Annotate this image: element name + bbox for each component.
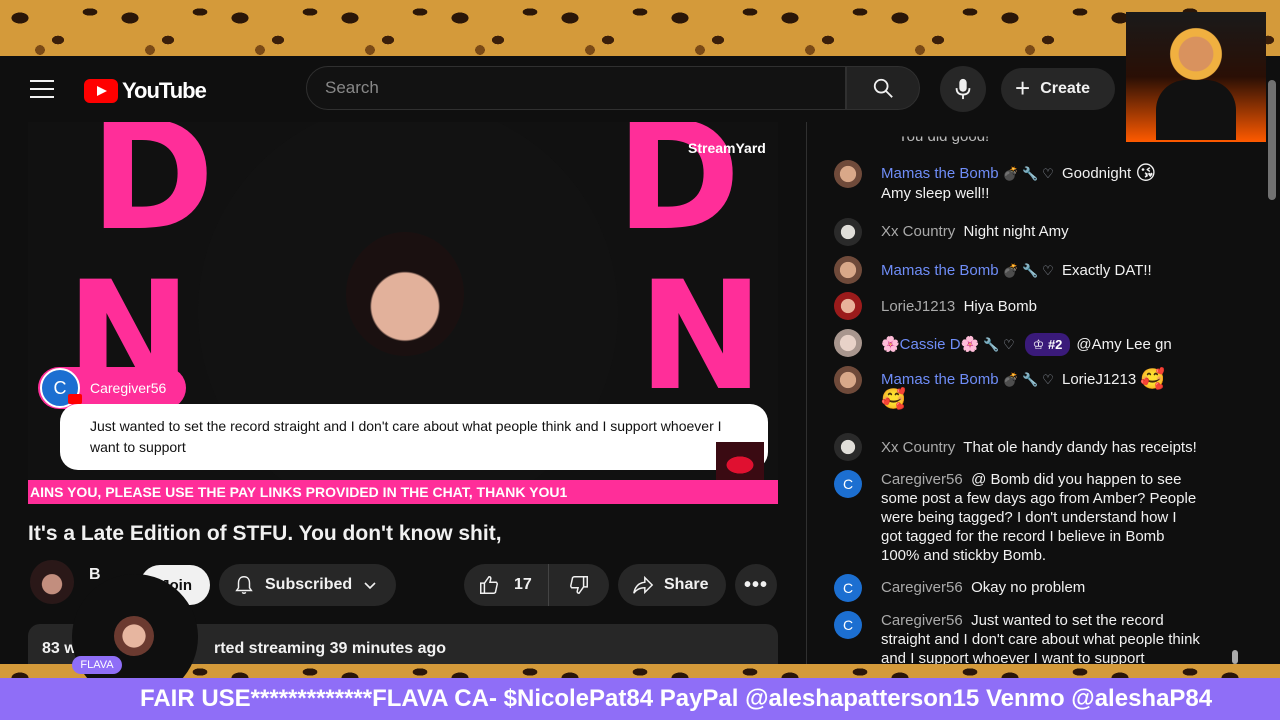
youtube-logo[interactable]: YouTube	[84, 78, 207, 104]
thumbs-down-icon	[570, 576, 588, 594]
gift-badge: ♔ #2	[1024, 333, 1071, 356]
chat-message: Caregiver56 @ Bomb did you happen to see…	[881, 471, 1197, 564]
bell-icon	[235, 576, 253, 594]
search-button[interactable]	[846, 66, 920, 110]
plus-icon: +	[1015, 73, 1031, 103]
youtube-mini-icon	[68, 394, 82, 404]
avatar: C	[834, 611, 862, 639]
avatar	[834, 292, 862, 320]
avatar	[834, 256, 862, 284]
page-scrollbar[interactable]	[1268, 80, 1276, 200]
channel-avatar[interactable]	[30, 560, 74, 604]
search-box[interactable]	[306, 66, 846, 110]
bottom-banner: FAIR USE*************FLAVA CA- $NicolePa…	[0, 678, 1280, 720]
chat-message: Xx Country Night night Amy	[881, 223, 1069, 240]
subscribed-button[interactable]: Subscribed	[219, 564, 396, 606]
chat-scrollbar[interactable]	[1232, 650, 1238, 664]
create-button[interactable]: + Create	[1001, 68, 1115, 110]
share-label: Share	[664, 576, 709, 593]
video-ticker: AINS YOU, PLEASE USE THE PAY LINKS PROVI…	[28, 480, 778, 504]
chat-message: Xx Country That ole handy dandy has rece…	[881, 439, 1197, 456]
more-actions-button[interactable]: •••	[735, 564, 777, 606]
video-letter: D	[90, 122, 215, 264]
video-title: It's a Late Edition of STFU. You don't k…	[28, 522, 502, 545]
guest-tag: FLAVA	[72, 656, 122, 674]
streamyard-logo: StreamYard	[688, 140, 766, 156]
create-label: Create	[1040, 80, 1090, 97]
avatar	[834, 160, 862, 188]
chat-message: Caregiver56 Okay no problem	[881, 579, 1086, 596]
featured-comment-text: Just wanted to set the record straight a…	[60, 404, 768, 470]
avatar: C	[834, 574, 862, 602]
video-letter: N	[638, 250, 764, 424]
stream-start-time: rted streaming 39 minutes ago	[214, 640, 447, 657]
voice-search-button[interactable]	[940, 66, 986, 112]
share-icon	[633, 575, 654, 595]
thumbs-up-icon	[480, 576, 498, 594]
youtube-wordmark: YouTube	[122, 78, 207, 103]
chevron-down-icon	[364, 582, 376, 590]
chat-message: Caregiver56 Just wanted to set the recor…	[881, 612, 1200, 664]
avatar: C	[40, 368, 82, 408]
featured-comment-author: C Caregiver56	[38, 367, 186, 409]
like-button[interactable]: 17	[464, 564, 549, 606]
search-input[interactable]	[325, 78, 845, 98]
chat-message: 🌸Cassie D🌸 🔧 ♡ ♔ #2 @Amy Lee gn	[881, 333, 1201, 356]
microphone-icon	[955, 78, 971, 100]
chat-message: Mamas the Bomb 💣 🔧 ♡ Exactly DAT!!	[881, 262, 1152, 279]
like-count: 17	[514, 576, 532, 593]
like-dislike-group: 17	[464, 564, 609, 606]
avatar	[834, 366, 862, 394]
featured-comment-name: Caregiver56	[90, 380, 167, 396]
subscribed-label: Subscribed	[265, 576, 353, 593]
webcam-figure	[1156, 80, 1236, 140]
chat-message: Mamas the Bomb 💣 🔧 ♡ LorieJ1213 🥰 🥰	[881, 368, 1166, 411]
avatar	[834, 329, 862, 357]
avatar	[834, 433, 862, 461]
chat-message: Mamas the Bomb 💣 🔧 ♡ Goodnight 😘 Amy sleep…	[881, 162, 1157, 202]
host-avatar	[346, 232, 464, 356]
dislike-button[interactable]	[549, 564, 609, 606]
channel-name[interactable]: B	[89, 566, 101, 584]
guest-avatar	[114, 616, 154, 656]
chat-message: LorieJ1213 Hiya Bomb	[881, 298, 1037, 315]
search-icon	[873, 78, 893, 98]
avatar	[834, 218, 862, 246]
share-button[interactable]: Share	[618, 564, 726, 606]
menu-icon[interactable]	[30, 80, 54, 98]
webcam-face	[1166, 24, 1226, 84]
youtube-play-icon	[84, 79, 118, 103]
avatar: C	[834, 470, 862, 498]
